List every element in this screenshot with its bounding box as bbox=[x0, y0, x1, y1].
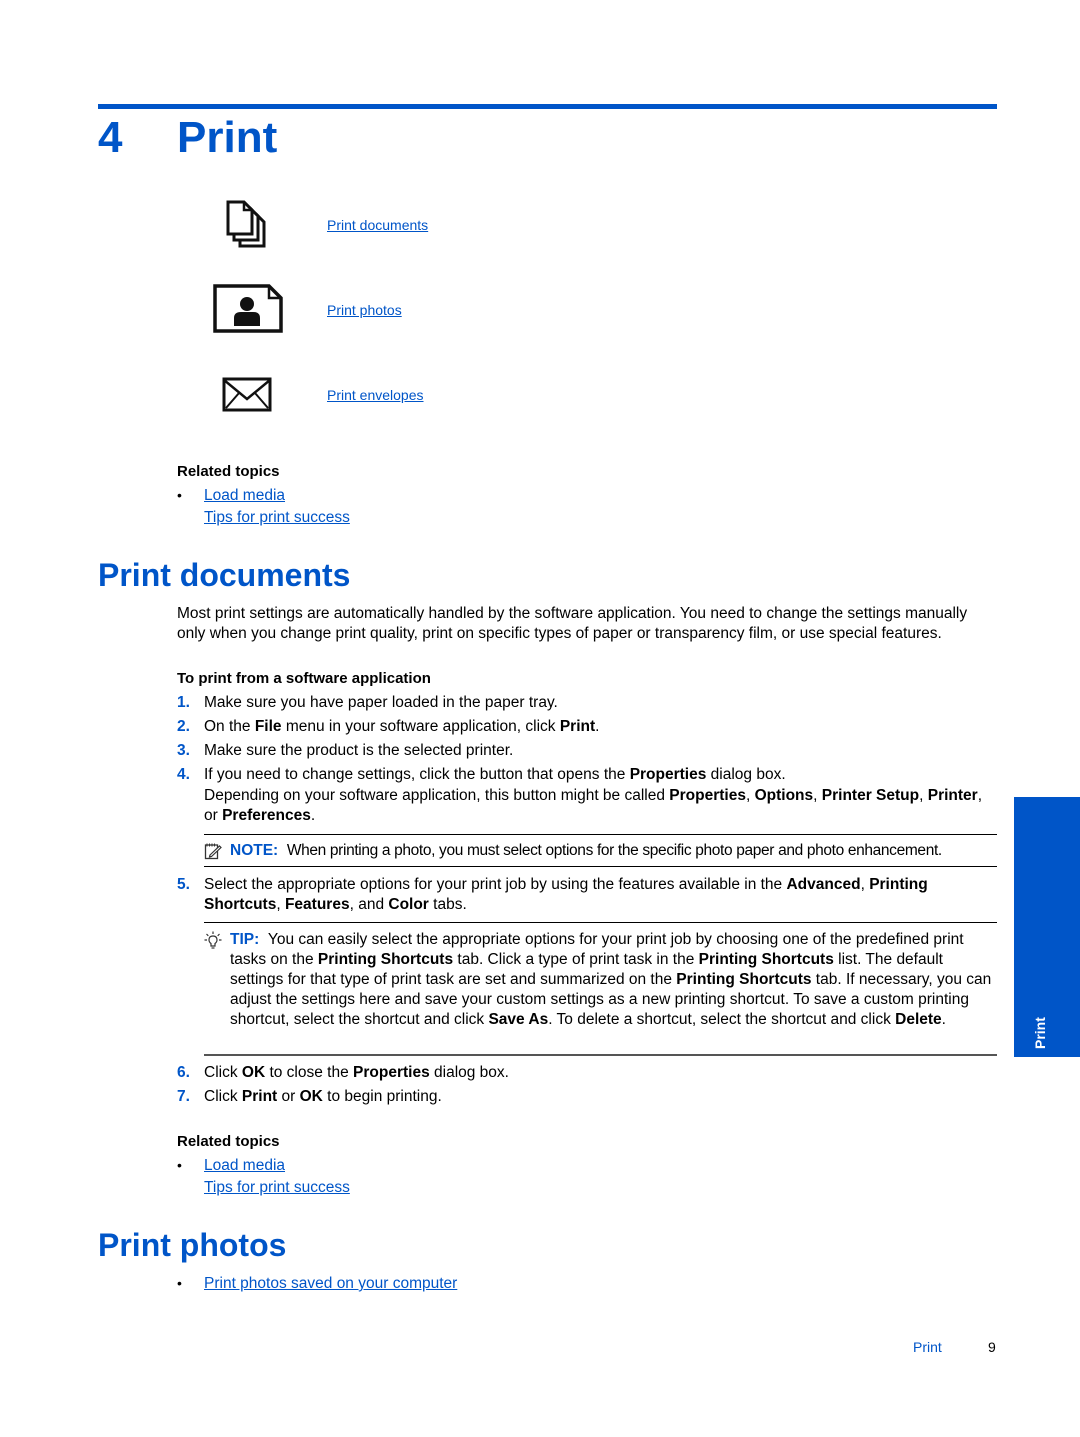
toc-link-print-documents[interactable]: Print documents bbox=[327, 217, 428, 233]
emphasis-term: Print bbox=[241, 1088, 278, 1105]
link-tips-for-print-success[interactable]: Tips for print success bbox=[204, 509, 350, 527]
bullet: • bbox=[177, 1157, 182, 1173]
link-load-media[interactable]: Load media bbox=[204, 487, 285, 505]
step-number: 7. bbox=[177, 1088, 190, 1105]
emphasis-term: Preferences bbox=[222, 807, 311, 824]
step-text: Make sure you have paper loaded in the p… bbox=[204, 694, 558, 711]
emphasis-term: Delete bbox=[895, 1011, 942, 1028]
link-tips-for-print-success[interactable]: Tips for print success bbox=[204, 1179, 350, 1197]
note-pencil-icon bbox=[204, 842, 222, 860]
step-text: Select the appropriate options for your … bbox=[204, 876, 928, 913]
procedure-title: To print from a software application bbox=[177, 670, 431, 687]
tip-label: TIP: bbox=[230, 931, 260, 948]
link-print-photos-saved-on-computer[interactable]: Print photos saved on your computer bbox=[204, 1275, 457, 1293]
step-number: 6. bbox=[177, 1064, 190, 1081]
emphasis-term: Properties bbox=[669, 787, 746, 804]
toc-link-print-envelopes[interactable]: Print envelopes bbox=[327, 387, 424, 403]
emphasis-term: Color bbox=[388, 896, 429, 913]
chapter-side-tab: Print bbox=[1014, 797, 1080, 1057]
toc-link-print-photos[interactable]: Print photos bbox=[327, 302, 402, 318]
intro-paragraph: Most print settings are automatically ha… bbox=[177, 605, 968, 642]
emphasis-term: Properties bbox=[353, 1064, 430, 1081]
step-number: 2. bbox=[177, 718, 190, 735]
tip-text: You can easily select the appropriate op… bbox=[230, 931, 992, 1028]
step-text: Make sure the product is the selected pr… bbox=[204, 742, 514, 759]
emphasis-term: OK bbox=[241, 1064, 266, 1081]
tip-top-rule bbox=[204, 922, 997, 923]
section-title-print-documents: Print documents bbox=[98, 557, 351, 593]
note-top-rule bbox=[204, 834, 997, 835]
note-label: NOTE: bbox=[230, 842, 279, 859]
emphasis-term: Printing Shortcuts bbox=[698, 951, 834, 968]
bullet: • bbox=[177, 1275, 182, 1291]
link-load-media[interactable]: Load media bbox=[204, 1157, 285, 1175]
step-text: If you need to change settings, click th… bbox=[204, 766, 786, 783]
chapter-number: 4 bbox=[98, 113, 123, 162]
bullet: • bbox=[177, 487, 182, 503]
tip-bottom-rule bbox=[204, 1054, 997, 1056]
emphasis-term: Printer Setup bbox=[821, 787, 920, 804]
footer-section-name: Print bbox=[913, 1339, 942, 1355]
section-title-print-photos: Print photos bbox=[98, 1227, 287, 1263]
step-number: 1. bbox=[177, 694, 190, 711]
related-topics-heading: Related topics bbox=[177, 1133, 280, 1150]
emphasis-term: Advanced bbox=[786, 876, 861, 893]
step-text: Click OK to close the Properties dialog … bbox=[204, 1064, 509, 1081]
footer-page-number: 9 bbox=[988, 1339, 996, 1355]
step-text: Depending on your software application, … bbox=[204, 787, 983, 824]
step-number: 3. bbox=[177, 742, 190, 759]
note-bottom-rule bbox=[204, 866, 997, 867]
documents-icon bbox=[226, 200, 270, 250]
lightbulb-icon bbox=[204, 931, 222, 949]
step-text: On the File menu in your software applic… bbox=[204, 718, 600, 735]
step-number: 4. bbox=[177, 766, 190, 783]
emphasis-term: OK bbox=[299, 1088, 323, 1105]
emphasis-term: Print bbox=[559, 718, 596, 735]
step-text: Click Print or OK to begin printing. bbox=[204, 1088, 442, 1105]
related-topics-heading: Related topics bbox=[177, 463, 280, 480]
emphasis-term: Features bbox=[284, 896, 350, 913]
note-text: When printing a photo, you must select o… bbox=[286, 842, 942, 859]
emphasis-term: Save As bbox=[488, 1011, 549, 1028]
step-number: 5. bbox=[177, 876, 190, 893]
emphasis-term: Options bbox=[754, 787, 814, 804]
chapter-top-rule bbox=[98, 104, 997, 109]
emphasis-term: Properties bbox=[629, 766, 707, 783]
emphasis-term: Printing Shortcuts bbox=[317, 951, 454, 968]
emphasis-term: Printing Shortcuts bbox=[676, 971, 812, 988]
emphasis-term: Printer bbox=[927, 787, 978, 804]
side-tab-label: Print bbox=[1032, 1017, 1048, 1049]
chapter-title: Print bbox=[177, 113, 278, 162]
emphasis-term: File bbox=[254, 718, 282, 735]
envelope-icon bbox=[222, 377, 274, 413]
photo-icon bbox=[213, 284, 285, 334]
